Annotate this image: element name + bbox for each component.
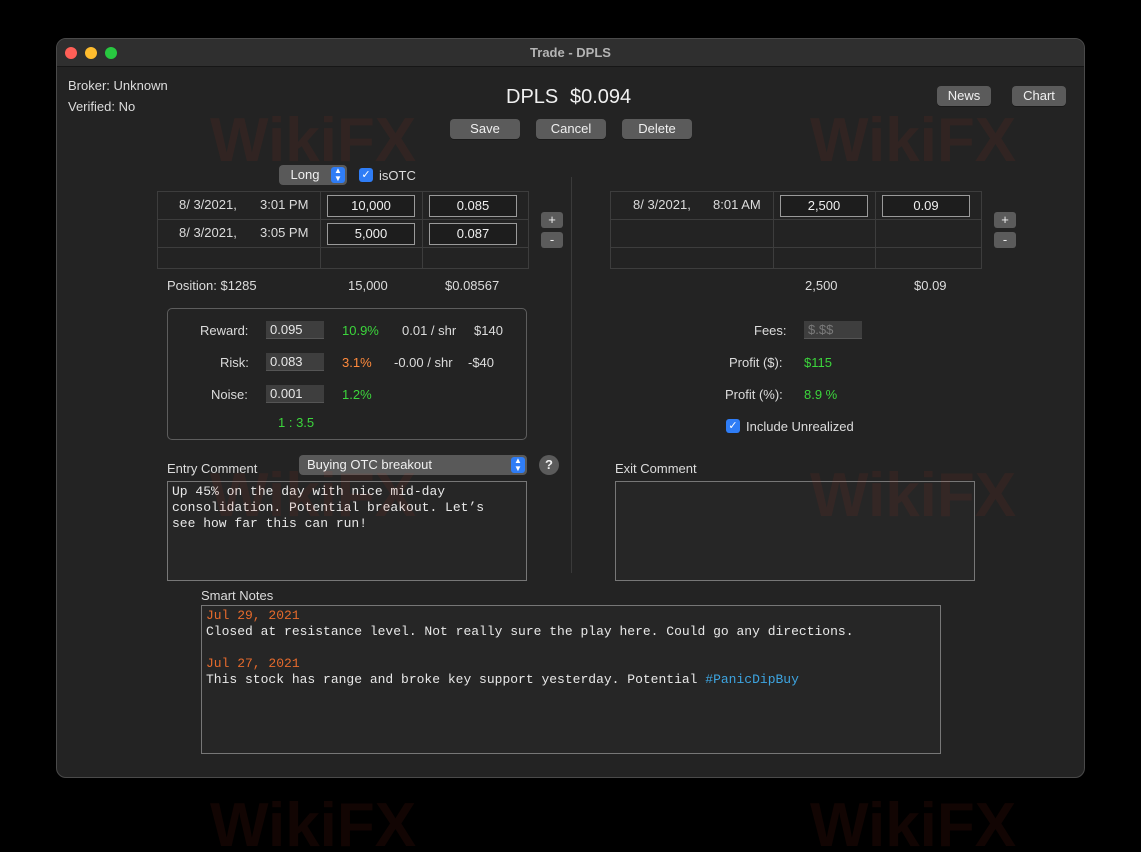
risk-field[interactable]: 0.083 [266, 353, 324, 371]
reward-label: Reward: [200, 323, 249, 338]
title-bar[interactable]: Trade - DPLS [57, 39, 1084, 67]
reward-field[interactable]: 0.095 [266, 321, 324, 339]
note-text: Closed at resistance level. Not really s… [206, 624, 854, 639]
entry-comment-preset-value: Buying OTC breakout [307, 457, 433, 472]
exit-row-1-price-field[interactable]: 0.09 [882, 195, 970, 217]
isotc-checkbox[interactable]: ✓ [359, 168, 373, 182]
note-date: Jul 27, 2021 [206, 656, 300, 671]
chevron-updown-icon: ▲ ▼ [511, 457, 525, 473]
chevron-updown-icon: ▲ ▼ [331, 167, 345, 183]
entry-avg-price: $0.08567 [445, 278, 500, 293]
risk-reward-ratio: 1 : 3.5 [278, 415, 315, 430]
exit-comment-label: Exit Comment [615, 461, 697, 476]
smart-notes-label: Smart Notes [201, 588, 274, 603]
direction-value: Long [290, 167, 320, 182]
include-unrealized-label: Include Unrealized [746, 419, 854, 434]
fees-field[interactable]: $.$$ [804, 321, 862, 339]
profit-dollars-value: $115 [804, 355, 832, 370]
profit-percent-label: Profit (%): [725, 387, 783, 402]
entry-row-2-shares-field[interactable]: 5,000 [327, 223, 415, 245]
add-entry-button[interactable]: + [541, 212, 563, 228]
column-divider [320, 192, 321, 268]
remove-exit-button[interactable]: - [994, 232, 1016, 248]
price-label: $0.094 [570, 86, 632, 108]
entry-row-2-price-field[interactable]: 0.087 [429, 223, 517, 245]
position-label: Position: $1285 [167, 278, 257, 293]
cancel-button[interactable]: Cancel [536, 119, 606, 139]
exit-comment-textarea[interactable] [615, 481, 975, 581]
noise-label: Noise: [211, 387, 248, 402]
watermark-text: WikiFX [210, 791, 417, 852]
table-row[interactable] [611, 220, 981, 248]
smart-notes-area[interactable]: Jul 29, 2021 Closed at resistance level. … [201, 605, 941, 754]
column-divider [422, 192, 423, 268]
reward-per-share: 0.01 / shr [402, 323, 457, 338]
exit-total-shares: 2,500 [805, 278, 838, 293]
column-divider [773, 192, 774, 268]
profit-dollars-label: Profit ($): [729, 355, 783, 370]
watermark-text: WikiFX [810, 791, 1017, 852]
risk-label: Risk: [220, 355, 249, 370]
reward-dollars: $140 [474, 323, 503, 338]
news-button[interactable]: News [937, 86, 991, 106]
note-date: Jul 29, 2021 [206, 608, 300, 623]
entry-row-1-shares-field[interactable]: 10,000 [327, 195, 415, 217]
risk-percent: 3.1% [342, 355, 372, 370]
save-button[interactable]: Save [450, 119, 520, 139]
entry-total-shares: 15,000 [348, 278, 388, 293]
exit-row-1-shares-field[interactable]: 2,500 [780, 195, 868, 217]
noise-percent: 1.2% [342, 387, 372, 402]
trade-window: Trade - DPLS Broker: Unknown Verified: N… [56, 38, 1085, 778]
column-divider [571, 177, 572, 573]
entry-row-2-date: 8/ 3/2021, [179, 225, 237, 240]
risk-dollars: -$40 [468, 355, 495, 370]
noise-field[interactable]: 0.001 [266, 385, 324, 403]
column-divider [875, 192, 876, 268]
entry-row-1-time: 3:01 PM [260, 197, 309, 212]
entry-comment-label: Entry Comment [167, 461, 258, 476]
remove-entry-button[interactable]: - [541, 232, 563, 248]
entry-comment-preset-select[interactable]: Buying OTC breakout ▲ ▼ [299, 455, 527, 475]
note-text: This stock has range and broke key suppo… [206, 672, 936, 688]
direction-select[interactable]: Long ▲ ▼ [279, 165, 347, 185]
delete-button[interactable]: Delete [622, 119, 692, 139]
note-spacer [206, 640, 936, 656]
reward-percent: 10.9% [342, 323, 379, 338]
note-text-body: This stock has range and broke key suppo… [206, 672, 706, 687]
help-button[interactable]: ? [539, 455, 559, 475]
entry-comment-textarea[interactable]: Up 45% on the day with nice mid-day cons… [167, 481, 527, 581]
window-title: Trade - DPLS [530, 45, 611, 60]
entry-row-2-time: 3:05 PM [260, 225, 309, 240]
entry-row-1-date: 8/ 3/2021, [179, 197, 237, 212]
exit-row-1-date: 8/ 3/2021, [633, 197, 691, 212]
symbol-label: DPLS [506, 86, 559, 108]
risk-per-share: -0.00 / shr [394, 355, 453, 370]
broker-label: Broker: Unknown [68, 78, 168, 93]
fees-label: Fees: [754, 323, 787, 338]
exit-row-1-time: 8:01 AM [713, 197, 761, 212]
exit-avg-price: $0.09 [914, 278, 947, 293]
entry-row-1-price-field[interactable]: 0.085 [429, 195, 517, 217]
verified-label: Verified: No [68, 99, 136, 114]
chart-button[interactable]: Chart [1012, 86, 1066, 106]
add-exit-button[interactable]: + [994, 212, 1016, 228]
isotc-label: isOTC [379, 168, 416, 183]
profit-percent-value: 8.9 % [804, 387, 838, 402]
hashtag-link[interactable]: #PanicDipBuy [705, 672, 799, 687]
include-unrealized-checkbox[interactable]: ✓ [726, 419, 740, 433]
